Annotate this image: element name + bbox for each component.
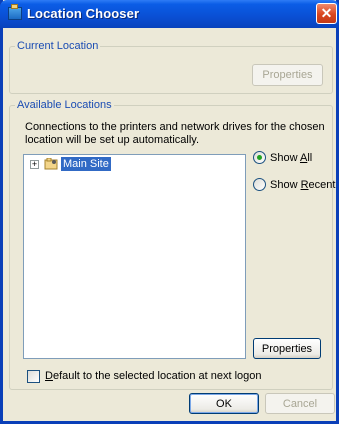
show-all-label: Show All bbox=[270, 151, 313, 164]
show-all-radio[interactable]: Show All bbox=[253, 151, 312, 164]
show-recent-label: Show Recent bbox=[270, 178, 336, 191]
available-locations-description: Connections to the printers and network … bbox=[25, 121, 325, 146]
location-tree-icon bbox=[44, 158, 58, 170]
tree-item-main-site[interactable]: + Main Site bbox=[24, 155, 144, 173]
location-tree[interactable]: + Main Site bbox=[23, 154, 246, 359]
show-recent-radio[interactable]: Show Recent bbox=[253, 178, 335, 191]
title-bar[interactable]: Location Chooser ✕ bbox=[0, 0, 339, 28]
default-checkbox-label: Default to the selected location at next… bbox=[45, 370, 262, 382]
show-all-radio-circle[interactable] bbox=[253, 151, 266, 164]
current-properties-button[interactable]: Properties bbox=[252, 64, 323, 86]
close-button[interactable]: ✕ bbox=[316, 3, 337, 24]
ok-button[interactable]: OK bbox=[189, 393, 259, 414]
cancel-button[interactable]: Cancel bbox=[265, 393, 335, 414]
tree-item-label[interactable]: Main Site bbox=[61, 157, 111, 171]
show-recent-radio-circle[interactable] bbox=[253, 178, 266, 191]
expand-icon[interactable]: + bbox=[30, 160, 39, 169]
window-title: Location Chooser bbox=[27, 6, 140, 21]
default-checkbox-box[interactable] bbox=[27, 370, 40, 383]
current-location-legend: Current Location bbox=[17, 40, 99, 52]
close-icon: ✕ bbox=[320, 5, 333, 21]
location-chooser-window: Location Chooser ✕ Current Location Prop… bbox=[0, 0, 339, 424]
available-locations-legend: Available Locations bbox=[17, 99, 112, 111]
default-location-checkbox[interactable]: Default to the selected location at next… bbox=[27, 370, 267, 384]
app-icon bbox=[8, 4, 22, 20]
available-properties-button[interactable]: Properties bbox=[253, 338, 321, 359]
